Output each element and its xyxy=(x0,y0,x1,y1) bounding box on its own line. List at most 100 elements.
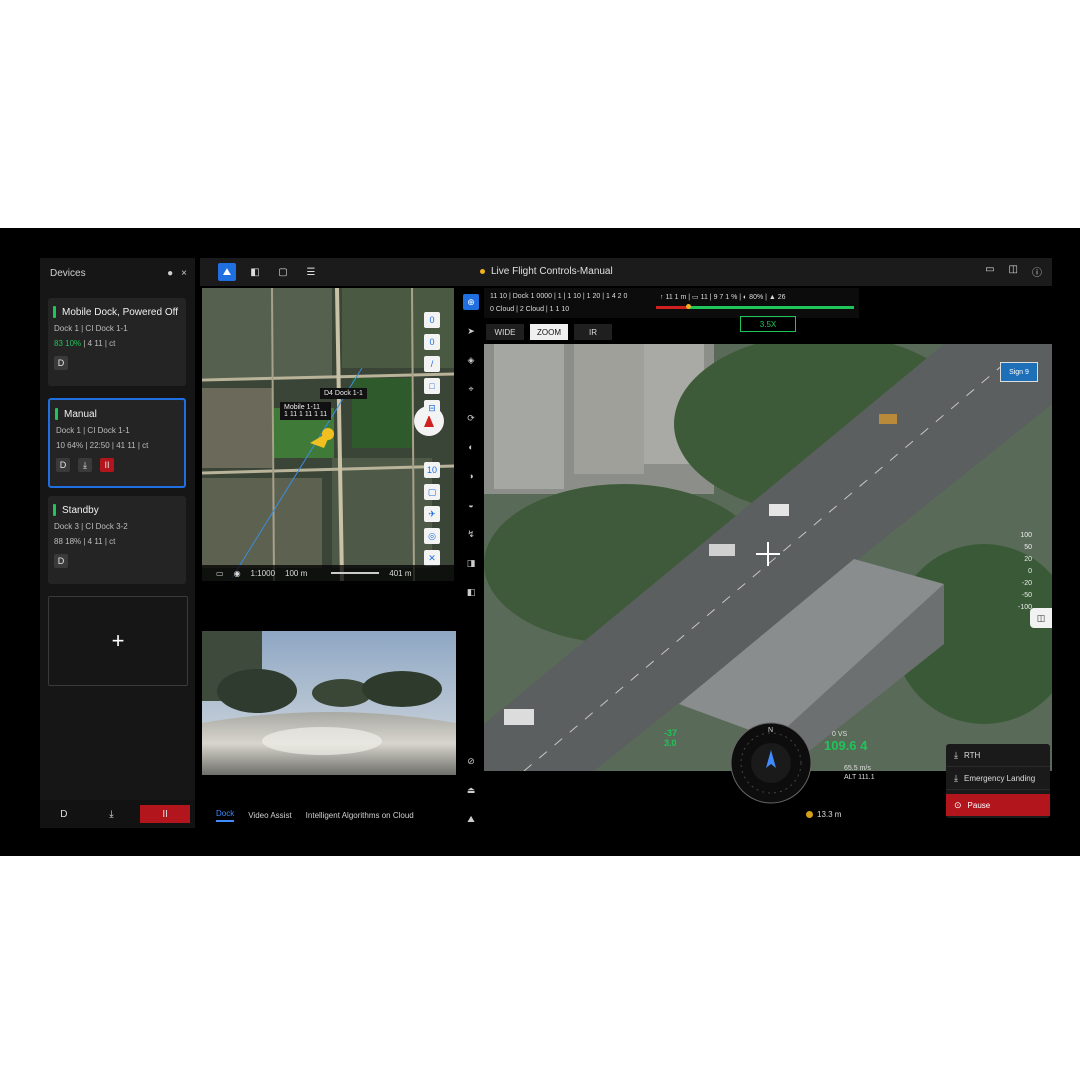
map-tool-locate[interactable]: ◎ xyxy=(424,528,440,544)
emergency-landing-label: Emergency Landing xyxy=(963,773,1036,783)
record-icon[interactable]: ◨ xyxy=(463,555,479,571)
expand-panel-button[interactable]: ◫ xyxy=(1030,608,1052,628)
battery-marker xyxy=(686,304,691,309)
send-icon[interactable]: ➤ xyxy=(463,323,479,339)
attitude-gauge: N xyxy=(730,722,812,804)
tab-dock[interactable]: Dock xyxy=(216,809,235,822)
zoom-level[interactable]: 3.5X xyxy=(740,316,796,332)
hud-speed: -37 3.0 xyxy=(664,728,677,748)
info-icon[interactable]: ⓘ xyxy=(1032,264,1042,279)
tab-intelligent-algorithms[interactable]: Intelligent Algorithms on Cloud xyxy=(306,811,414,820)
device-card-standby[interactable]: Standby Dock 3 | CI Dock 3-2 88 18% | 4 … xyxy=(48,496,186,584)
stop-icon[interactable]: ⊘ xyxy=(463,753,479,769)
camera-info-bar: 11 10 | Dock 1 0000 | 1 | 1 10 | 1 20 | … xyxy=(484,288,859,318)
drone-map-label: Mobile 1-11 1 11 1 11 1 11 xyxy=(280,402,332,420)
dock-button[interactable]: D xyxy=(56,458,70,472)
camera-toolbar: ⊕ ➤ ◈ ⌖ ⟳ ◐ ◑ ◒ ↯ ◨ ◧ ⊘ ⏏ ⛰ xyxy=(460,288,482,834)
device-line2: 88 18% | 4 11 | ct xyxy=(54,537,116,546)
devices-title: Devices xyxy=(50,267,86,279)
satellite-map xyxy=(202,288,454,581)
window-icon[interactable]: ▭ xyxy=(985,264,994,279)
map-tool-layers[interactable]: ⊟ xyxy=(424,400,440,416)
flight-control-app: Devices ● × Mobile Dock, Powered Off Doc… xyxy=(0,228,1080,856)
ruler-tick: -20 xyxy=(1021,580,1032,587)
status-dot xyxy=(480,269,485,274)
pause-icon: ⊙ xyxy=(954,799,962,810)
aerial-camera-view[interactable]: Sign 9 100 50 20 0 -20 -50 -100 ◫ xyxy=(484,344,1052,771)
mode-c-icon[interactable]: ◒ xyxy=(463,497,479,513)
hud-altitude: 109.6 4 xyxy=(824,738,868,753)
page-title: Live Flight Controls-Manual xyxy=(491,266,613,277)
land-all-button[interactable]: ⤓ xyxy=(92,805,130,823)
ruler-tick: -100 xyxy=(1017,604,1032,611)
map-tool-frame[interactable]: ▢ xyxy=(424,484,440,500)
close-icon[interactable]: × xyxy=(181,268,187,279)
waypoint-icon[interactable]: ◈ xyxy=(463,352,479,368)
map-tool-line[interactable]: / xyxy=(424,356,440,372)
ruler-tick: 0 xyxy=(1028,568,1032,575)
map-scale-ratio: 1:1000 xyxy=(250,568,276,578)
device-name: Mobile Dock, Powered Off xyxy=(62,306,178,318)
lightning-icon[interactable]: ↯ xyxy=(463,526,479,542)
map-layer-icon[interactable]: ◉ xyxy=(234,569,241,578)
eject-icon[interactable]: ⏏ xyxy=(463,782,479,798)
rotate-icon[interactable]: ⟳ xyxy=(463,410,479,426)
map-tool-clear[interactable]: ✕ xyxy=(424,550,440,566)
map-tool-point[interactable]: 0 xyxy=(424,312,440,328)
device-battery: 83 10% xyxy=(54,339,82,348)
status-bar xyxy=(53,306,56,318)
status-bar xyxy=(55,408,58,420)
map-scale-text: 100 m xyxy=(285,568,308,578)
pause-all-button[interactable]: II xyxy=(140,805,191,823)
map-view[interactable]: D4 Dock 1-1 Mobile 1-11 1 11 1 11 1 11 0… xyxy=(202,288,454,581)
map-tool-area[interactable]: □ xyxy=(424,378,440,394)
map-tool-zoom[interactable]: 10 xyxy=(424,462,440,478)
mode-a-icon[interactable]: ◐ xyxy=(463,439,479,455)
map-status-bar: ▭ ◉ 1:1000 100 m 401 m xyxy=(202,565,454,581)
crosshair-icon[interactable]: ⌖ xyxy=(463,381,479,397)
road-sign: Sign 9 xyxy=(1000,362,1038,382)
dock-all-button[interactable]: D xyxy=(45,805,83,823)
dock-button[interactable]: D xyxy=(54,356,68,370)
dock-camera-view[interactable] xyxy=(202,631,456,775)
pause-flight-button[interactable]: ⊙ Pause xyxy=(946,794,1050,816)
tab-video-assist[interactable]: Video Assist xyxy=(248,811,291,820)
device-card-manual[interactable]: Manual Dock 1 | CI Dock 1-1 10 64% | 22:… xyxy=(48,398,186,488)
rth-label: RTH xyxy=(963,750,981,760)
device-card-mobile-dock[interactable]: Mobile Dock, Powered Off Dock 1 | CI Doc… xyxy=(48,298,186,386)
lens-zoom[interactable]: ZOOM xyxy=(530,324,568,340)
top-bar: ⛰ ◧ ▢ ☰ Live Flight Controls-Manual ▭ ◫ … xyxy=(200,258,1052,286)
devices-panel: Devices ● × Mobile Dock, Powered Off Doc… xyxy=(40,258,195,828)
capture-icon[interactable]: ◧ xyxy=(463,584,479,600)
telemetry-row: ↑ 11 1 m | ▭ 11 | 9 7 1 % | ◐ 80% | ▲ 26 xyxy=(660,294,786,301)
add-device-button[interactable]: + xyxy=(48,596,188,686)
dock-button[interactable]: D xyxy=(54,554,68,568)
hud-alt-asl: ALT 111.1 xyxy=(844,774,875,781)
map-tool-aircraft[interactable]: ✈ xyxy=(424,506,440,522)
pause-label: Pause xyxy=(967,800,991,810)
terrain-icon[interactable]: ⛰ xyxy=(463,811,479,827)
list-icon[interactable]: ☰ xyxy=(302,263,320,281)
land-button[interactable]: ⤓ xyxy=(78,458,92,472)
lens-wide[interactable]: WIDE xyxy=(486,324,524,340)
emergency-landing-button[interactable]: ⤓ Emergency Landing xyxy=(946,767,1050,790)
lens-ir[interactable]: IR xyxy=(574,324,612,340)
hud-distance-value: 13.3 m xyxy=(817,810,842,819)
map-tool-pin[interactable]: 0 xyxy=(424,334,440,350)
mode-b-icon[interactable]: ◑ xyxy=(463,468,479,484)
settings-icon[interactable]: ● xyxy=(167,268,173,279)
split-view-icon[interactable]: ◫ xyxy=(1009,264,1018,279)
map-mode-icon[interactable]: ⛰ xyxy=(218,263,236,281)
signal-dot xyxy=(806,811,813,819)
frame-icon[interactable]: ▢ xyxy=(274,263,292,281)
target-icon[interactable]: ⊕ xyxy=(463,294,479,310)
gimbal-ruler: 100 50 20 0 -20 -50 -100 xyxy=(992,530,1032,614)
layers-icon[interactable]: ◧ xyxy=(246,263,264,281)
drone-map-label-sub: 1 11 1 11 1 11 xyxy=(284,411,328,418)
hud-speed-value: -37 xyxy=(664,728,678,738)
rth-button[interactable]: ⤓ RTH xyxy=(946,744,1050,767)
pause-button[interactable]: II xyxy=(100,458,114,472)
camera-info-row1: 11 10 | Dock 1 0000 | 1 | 1 10 | 1 20 | … xyxy=(490,293,628,300)
svg-text:N: N xyxy=(768,727,773,734)
map-status-icon[interactable]: ▭ xyxy=(216,569,224,578)
